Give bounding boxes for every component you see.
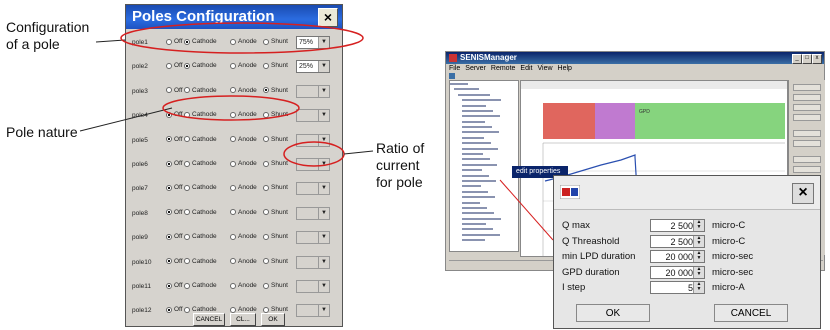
edit-dialog-close-button[interactable]: × bbox=[792, 183, 814, 204]
property-value: 2 500 bbox=[670, 236, 693, 247]
spinner-arrows-icon[interactable]: ▲ ▼ bbox=[693, 220, 704, 231]
property-label: Q Threashold bbox=[562, 235, 620, 247]
property-spin-input[interactable]: 20 000 ▲ ▼ bbox=[650, 250, 705, 263]
property-label: I step bbox=[562, 282, 586, 293]
ellipse-pole-nature bbox=[162, 95, 300, 121]
pointer-pole-nature bbox=[79, 107, 173, 132]
property-row: Q Threashold 2 500 ▲ ▼ micro-C bbox=[562, 234, 812, 249]
property-spin-input[interactable]: 2 500 ▲ ▼ bbox=[650, 234, 705, 248]
property-label: Q max bbox=[562, 220, 590, 231]
edit-ok-button[interactable]: OK bbox=[576, 304, 650, 322]
property-spin-input[interactable]: 2 500 ▲ ▼ bbox=[650, 219, 705, 232]
property-unit: micro-sec bbox=[712, 266, 754, 278]
ellipse-configuration bbox=[120, 22, 364, 54]
pointer-ratio bbox=[343, 150, 374, 155]
property-value: 20 000 bbox=[665, 252, 693, 262]
edit-cancel-button[interactable]: CANCEL bbox=[714, 304, 788, 322]
ellipse-ratio bbox=[283, 141, 345, 167]
edit-dialog-titlebar[interactable]: × bbox=[554, 176, 820, 210]
spinner-arrows-icon[interactable]: ▲ ▼ bbox=[693, 282, 704, 293]
property-row: GPD duration 20 000 ▲ ▼ micro-sec bbox=[562, 265, 812, 280]
property-spin-input[interactable]: 20 000 ▲ ▼ bbox=[650, 265, 705, 279]
edit-properties-dialog: × Q max 2 500 ▲ ▼ micro-C Q Threashold 2 500 ▲ ▼… bbox=[553, 175, 821, 329]
property-unit: micro-C bbox=[712, 220, 746, 231]
property-unit: micro-sec bbox=[712, 251, 754, 262]
property-label: GPD duration bbox=[562, 266, 620, 278]
pointer-configuration bbox=[95, 39, 126, 43]
property-row: I step 5 ▲ ▼ micro-A bbox=[562, 281, 812, 295]
pointer-edit-dialog bbox=[499, 179, 554, 241]
property-unit: micro-C bbox=[712, 235, 746, 247]
property-label: min LPD duration bbox=[562, 251, 636, 262]
property-row: Q max 2 500 ▲ ▼ micro-C bbox=[562, 219, 812, 233]
property-spin-input[interactable]: 5 ▲ ▼ bbox=[650, 281, 705, 294]
property-row: min LPD duration 20 000 ▲ ▼ micro-sec bbox=[562, 250, 812, 264]
property-unit: micro-A bbox=[712, 282, 745, 293]
property-value: 2 500 bbox=[670, 221, 693, 231]
spinner-arrows-icon[interactable]: ▲ ▼ bbox=[693, 235, 704, 247]
spinner-arrows-icon[interactable]: ▲ ▼ bbox=[693, 266, 704, 278]
spinner-arrows-icon[interactable]: ▲ ▼ bbox=[693, 251, 704, 262]
property-value: 20 000 bbox=[665, 267, 693, 278]
app-logo-icon bbox=[560, 185, 580, 199]
